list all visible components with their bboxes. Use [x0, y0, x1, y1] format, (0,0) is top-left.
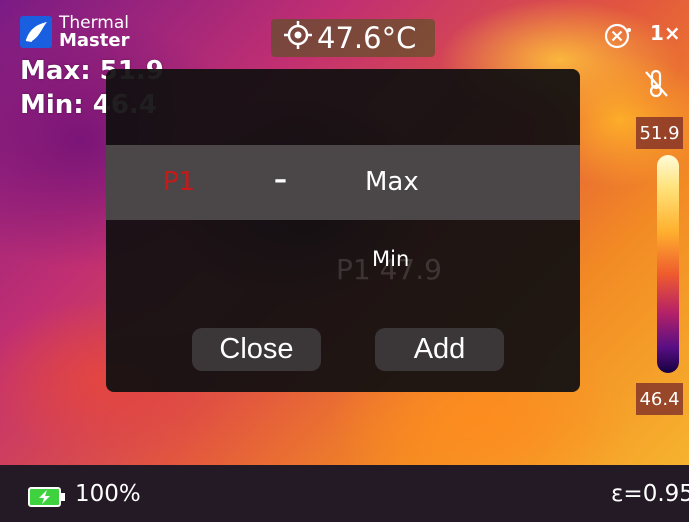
separator-dash: – [274, 165, 287, 195]
add-button[interactable]: Add [375, 328, 504, 371]
thermal-master-logo-icon [20, 16, 52, 48]
scale-min-label: 46.4 [636, 383, 683, 415]
option-min[interactable]: Min [372, 247, 409, 271]
zoom-level[interactable]: 1× [650, 21, 681, 45]
scale-max-label: 51.9 [636, 117, 683, 149]
option-max[interactable]: Max [365, 167, 419, 197]
circle-close-icon[interactable] [603, 21, 633, 55]
battery-percent: 100% [75, 481, 141, 507]
point-measure-dialog: P1 47.9 P1 – Max Min Close Add [106, 69, 580, 392]
crosshair-icon [283, 20, 313, 57]
thermal-camera-screen: Thermal Master Max: 51.9 Min: 46.4 47.6°… [0, 0, 689, 522]
center-temp-readout: 47.6°C [271, 19, 435, 57]
logo-line2: Master [59, 30, 130, 51]
point-label: P1 [163, 167, 196, 197]
thermometer-off-icon[interactable] [643, 68, 671, 102]
palette-colorbar [657, 155, 679, 373]
battery-charging-icon [28, 486, 66, 512]
logo-text: Thermal Master [59, 14, 129, 50]
emissivity-value[interactable]: ε=0.95 [611, 481, 689, 507]
app-logo: Thermal Master [20, 14, 129, 50]
center-temp-value: 47.6°C [317, 21, 417, 55]
close-button[interactable]: Close [192, 328, 321, 371]
